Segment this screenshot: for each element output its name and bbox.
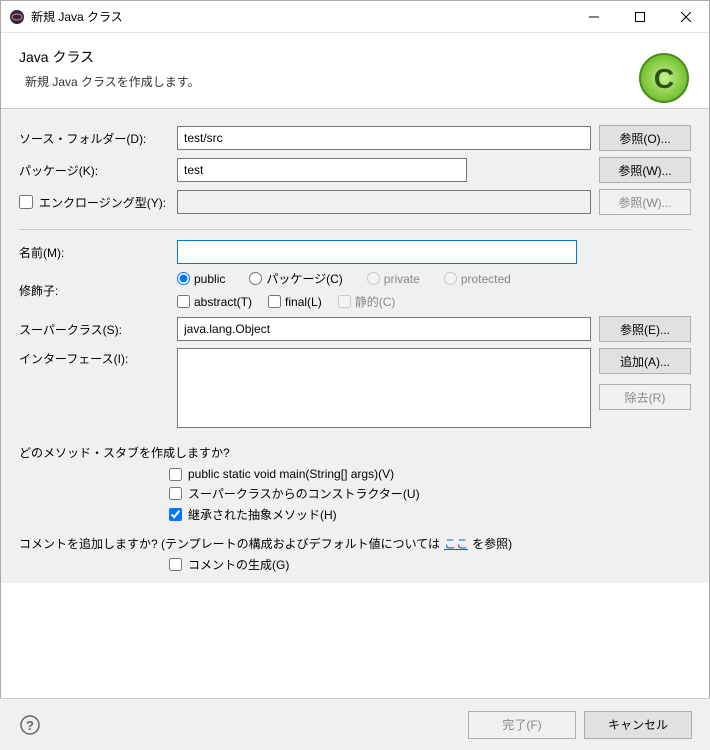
eclipse-icon xyxy=(9,9,25,25)
svg-text:?: ? xyxy=(26,718,34,733)
modifier-package-label: パッケージ(C) xyxy=(266,270,342,287)
window-title: 新規 Java クラス xyxy=(31,8,571,25)
svg-text:C: C xyxy=(654,63,674,94)
superclass-input[interactable] xyxy=(177,317,591,341)
modifier-public-radio[interactable] xyxy=(177,272,190,285)
remove-interface-button: 除去(R) xyxy=(599,384,691,410)
package-label: パッケージ(K): xyxy=(19,162,169,179)
maximize-button[interactable] xyxy=(617,1,663,32)
generate-comments-checkbox[interactable] xyxy=(169,558,182,571)
modifier-abstract-label: abstract(T) xyxy=(194,295,252,309)
dialog-body: ソース・フォルダー(D): 参照(O)... パッケージ(K): 参照(W)..… xyxy=(1,109,709,583)
dialog-footer: ? 完了(F) キャンセル xyxy=(0,698,710,750)
separator xyxy=(19,229,691,230)
enclosing-type-checkbox[interactable] xyxy=(19,195,33,209)
stub-super-constructors-checkbox[interactable] xyxy=(169,487,182,500)
modifier-final-label: final(L) xyxy=(285,295,322,309)
help-icon: ? xyxy=(20,715,40,735)
stub-main-checkbox[interactable] xyxy=(169,468,182,481)
minimize-button[interactable] xyxy=(571,1,617,32)
package-input[interactable] xyxy=(177,158,467,182)
source-folder-label: ソース・フォルダー(D): xyxy=(19,130,169,147)
enclosing-type-label: エンクロージング型(Y): xyxy=(39,194,166,211)
class-wizard-icon: C xyxy=(637,51,691,105)
dialog-header: Java クラス 新規 Java クラスを作成します。 C xyxy=(1,33,709,109)
interfaces-listbox[interactable] xyxy=(177,348,591,428)
browse-superclass-button[interactable]: 参照(E)... xyxy=(599,316,691,342)
modifier-abstract-checkbox[interactable] xyxy=(177,295,190,308)
stub-inherited-abstract-checkbox[interactable] xyxy=(169,508,182,521)
help-button[interactable]: ? xyxy=(18,713,42,737)
modifier-public-label: public xyxy=(194,272,225,286)
modifier-protected-radio xyxy=(444,272,457,285)
enclosing-type-input xyxy=(177,190,591,214)
stub-inherited-abstract-label: 継承された抽象メソッド(H) xyxy=(188,506,337,523)
header-subtitle: 新規 Java クラスを作成します。 xyxy=(19,73,691,90)
modifier-private-radio xyxy=(367,272,380,285)
modifiers-label: 修飾子: xyxy=(19,282,169,299)
browse-package-button[interactable]: 参照(W)... xyxy=(599,157,691,183)
browse-source-button[interactable]: 参照(O)... xyxy=(599,125,691,151)
browse-enclosing-button: 参照(W)... xyxy=(599,189,691,215)
superclass-label: スーパークラス(S): xyxy=(19,321,169,338)
modifier-final-checkbox[interactable] xyxy=(268,295,281,308)
add-interface-button[interactable]: 追加(A)... xyxy=(599,348,691,374)
stub-main-label: public static void main(String[] args)(V… xyxy=(188,467,394,481)
method-stubs-question: どのメソッド・スタブを作成しますか? xyxy=(19,444,691,461)
name-input[interactable] xyxy=(177,240,577,264)
close-button[interactable] xyxy=(663,1,709,32)
title-bar: 新規 Java クラス xyxy=(1,1,709,33)
modifier-static-label: 静的(C) xyxy=(355,293,396,310)
generate-comments-label: コメントの生成(G) xyxy=(188,556,289,573)
comments-suffix: を参照) xyxy=(472,535,512,552)
modifier-protected-label: protected xyxy=(461,272,511,286)
modifier-private-label: private xyxy=(384,272,420,286)
source-folder-input[interactable] xyxy=(177,126,591,150)
modifier-package-radio[interactable] xyxy=(249,272,262,285)
stub-super-constructors-label: スーパークラスからのコンストラクター(U) xyxy=(188,485,420,502)
name-label: 名前(M): xyxy=(19,244,169,261)
cancel-button[interactable]: キャンセル xyxy=(584,711,692,739)
interfaces-label: インターフェース(I): xyxy=(19,348,169,367)
comments-question: コメントを追加しますか? (テンプレートの構成およびデフォルト値については xyxy=(19,535,440,552)
finish-button: 完了(F) xyxy=(468,711,576,739)
modifier-static-checkbox xyxy=(338,295,351,308)
comments-here-link[interactable]: ここ xyxy=(444,535,468,552)
header-title: Java クラス xyxy=(19,47,691,67)
